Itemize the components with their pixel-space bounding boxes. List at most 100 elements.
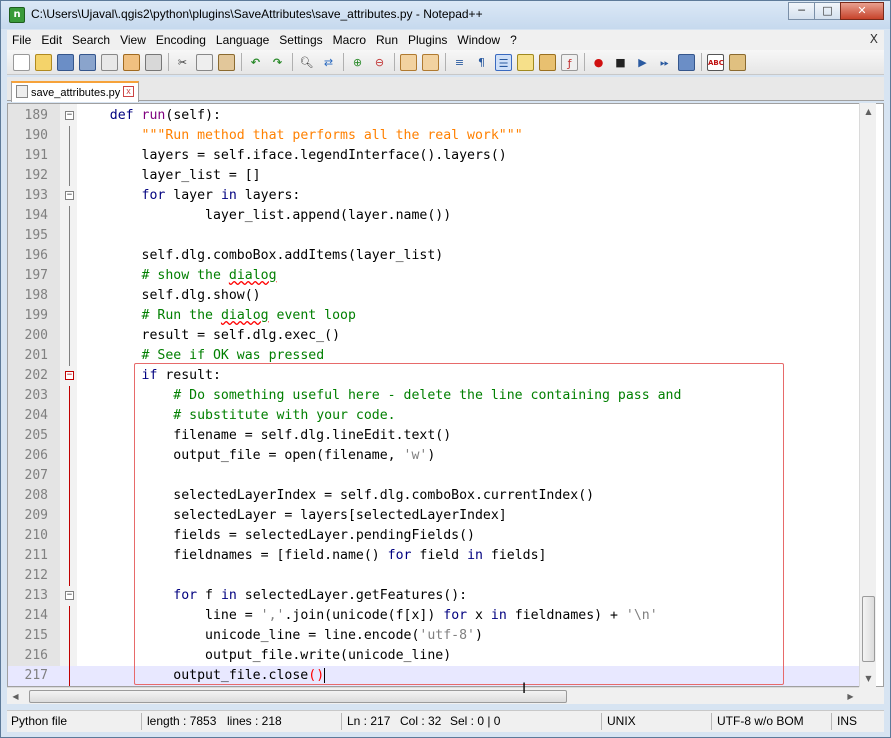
- code-line-210[interactable]: 210 fields = selectedLayer.pendingFields…: [8, 526, 860, 546]
- scroll-up-icon[interactable]: ▲: [860, 103, 877, 120]
- menu-file[interactable]: File: [7, 33, 36, 47]
- line-number: 208: [24, 488, 48, 503]
- find-icon[interactable]: 🔍︎: [298, 54, 315, 71]
- code-line-193[interactable]: 193 − for layer in layers:: [8, 186, 860, 206]
- save-macro-icon[interactable]: [678, 53, 695, 71]
- copy-icon[interactable]: [196, 53, 213, 71]
- stop-macro-icon[interactable]: ■: [612, 54, 629, 71]
- code-line-216[interactable]: 216 output_file.write(unicode_line): [8, 646, 860, 666]
- close-button[interactable]: ✕: [840, 2, 884, 20]
- menu-language[interactable]: Language: [211, 33, 274, 47]
- vertical-scrollbar[interactable]: ▲ ▼: [859, 103, 876, 687]
- maximize-button[interactable]: □: [814, 2, 841, 20]
- show-all-chars-icon[interactable]: ¶: [473, 54, 490, 71]
- menu-plugins[interactable]: Plugins: [403, 33, 452, 47]
- code-line-189[interactable]: 189 − def run(self):: [8, 106, 860, 126]
- save-icon[interactable]: [57, 53, 74, 71]
- code-line-208[interactable]: 208 selectedLayerIndex = self.dlg.comboB…: [8, 486, 860, 506]
- code-line-194[interactable]: 194 layer_list.append(layer.name()): [8, 206, 860, 226]
- record-macro-icon[interactable]: ●: [590, 54, 607, 71]
- code-line-209[interactable]: 209 selectedLayer = layers[selectedLayer…: [8, 506, 860, 526]
- scroll-right-icon[interactable]: ▶: [842, 688, 859, 705]
- save-all-icon[interactable]: [79, 53, 96, 71]
- code-line-196[interactable]: 196 self.dlg.comboBox.addItems(layer_lis…: [8, 246, 860, 266]
- line-number: 193: [24, 188, 48, 203]
- code-line-195[interactable]: 195: [8, 226, 860, 246]
- code-line-200[interactable]: 200 result = self.dlg.exec_(): [8, 326, 860, 346]
- horizontal-scrollbar[interactable]: ◀ ▶: [7, 687, 859, 704]
- close-all-icon[interactable]: [123, 53, 140, 71]
- undo-icon[interactable]: ↶: [247, 54, 264, 71]
- line-number: 210: [24, 528, 48, 543]
- code-line-198[interactable]: 198 self.dlg.show(): [8, 286, 860, 306]
- zoom-in-icon[interactable]: ⊕: [349, 54, 366, 71]
- code-line-202[interactable]: 202 − if result:: [8, 366, 860, 386]
- fold-toggle-icon[interactable]: −: [65, 591, 74, 600]
- tab-save-attributes[interactable]: save_attributes.py x: [11, 81, 139, 102]
- close-document-icon[interactable]: X: [870, 32, 878, 46]
- redo-icon[interactable]: ↷: [269, 54, 286, 71]
- code-line-199[interactable]: 199 # Run the dialog event loop: [8, 306, 860, 326]
- menu-settings[interactable]: Settings: [274, 33, 327, 47]
- code-line-191[interactable]: 191 layers = self.iface.legendInterface(…: [8, 146, 860, 166]
- extra-icon[interactable]: [729, 53, 746, 71]
- menu-macro[interactable]: Macro: [328, 33, 371, 47]
- new-file-icon[interactable]: [13, 53, 30, 71]
- code-line-203[interactable]: 203 # Do something useful here - delete …: [8, 386, 860, 406]
- user-language-icon[interactable]: [517, 53, 534, 71]
- code-line-206[interactable]: 206 output_file = open(filename, 'w'): [8, 446, 860, 466]
- menu-run[interactable]: Run: [371, 33, 403, 47]
- code-line-201[interactable]: 201 # See if OK was pressed: [8, 346, 860, 366]
- scroll-down-icon[interactable]: ▼: [860, 670, 877, 687]
- sync-vertical-icon[interactable]: [400, 53, 417, 71]
- code-line-197[interactable]: 197 # show the dialog: [8, 266, 860, 286]
- menu-help[interactable]: ?: [505, 33, 522, 47]
- file-icon: [16, 85, 28, 98]
- code-line-217[interactable]: 217 output_file.close(): [8, 666, 860, 686]
- open-file-icon[interactable]: [35, 53, 52, 71]
- menu-search[interactable]: Search: [67, 33, 115, 47]
- code-line-213[interactable]: 213 − for f in selectedLayer.getFeatures(…: [8, 586, 860, 606]
- sync-horizontal-icon[interactable]: [422, 53, 439, 71]
- fold-guide: [69, 566, 70, 586]
- code-line-192[interactable]: 192 layer_list = []: [8, 166, 860, 186]
- line-number: 217: [24, 668, 48, 683]
- replace-icon[interactable]: ⇄: [320, 54, 337, 71]
- code-line-205[interactable]: 205 filename = self.dlg.lineEdit.text(): [8, 426, 860, 446]
- zoom-out-icon[interactable]: ⊖: [371, 54, 388, 71]
- minimize-button[interactable]: ─: [788, 2, 815, 20]
- scroll-left-icon[interactable]: ◀: [7, 688, 24, 705]
- paste-icon[interactable]: [218, 53, 235, 71]
- indent-guide-icon[interactable]: ☰: [495, 53, 512, 71]
- fold-toggle-icon[interactable]: −: [65, 111, 74, 120]
- tab-close-icon[interactable]: x: [123, 86, 134, 97]
- horizontal-scroll-thumb[interactable]: [29, 690, 567, 703]
- spell-check-icon[interactable]: ABC: [707, 53, 724, 71]
- code-line-207[interactable]: 207: [8, 466, 860, 486]
- menu-encoding[interactable]: Encoding: [151, 33, 211, 47]
- menu-view[interactable]: View: [115, 33, 151, 47]
- cut-icon[interactable]: ✂: [174, 54, 191, 71]
- doc-map-icon[interactable]: [539, 53, 556, 71]
- function-list-icon[interactable]: ƒ: [561, 53, 578, 71]
- run-macro-multiple-icon[interactable]: ⏩︎: [656, 54, 673, 71]
- fold-toggle-icon[interactable]: −: [65, 191, 74, 200]
- close-icon[interactable]: [101, 53, 118, 71]
- code-line-214[interactable]: 214 line = ','.join(unicode(f[x]) for x …: [8, 606, 860, 626]
- fold-toggle-icon[interactable]: −: [65, 371, 74, 380]
- menu-window[interactable]: Window: [452, 33, 505, 47]
- print-icon[interactable]: [145, 53, 162, 71]
- word-wrap-icon[interactable]: ≡: [451, 54, 468, 71]
- title-bar[interactable]: n C:\Users\Ujaval\.qgis2\python\plugins\…: [1, 1, 890, 29]
- code-line-211[interactable]: 211 fieldnames = [field.name() for field…: [8, 546, 860, 566]
- code-line-215[interactable]: 215 unicode_line = line.encode('utf-8'): [8, 626, 860, 646]
- code-line-204[interactable]: 204 # substitute with your code.: [8, 406, 860, 426]
- menu-edit[interactable]: Edit: [36, 33, 67, 47]
- code-line-190[interactable]: 190 """Run method that performs all the …: [8, 126, 860, 146]
- line-number: 212: [24, 568, 48, 583]
- play-macro-icon[interactable]: ▶: [634, 54, 651, 71]
- code-line-212[interactable]: 212: [8, 566, 860, 586]
- vertical-scroll-thumb[interactable]: [862, 596, 875, 662]
- code-lines: 189 − def run(self): 190 """Run method tha…: [8, 106, 860, 686]
- code-editor[interactable]: 189 − def run(self): 190 """Run method tha…: [7, 103, 884, 687]
